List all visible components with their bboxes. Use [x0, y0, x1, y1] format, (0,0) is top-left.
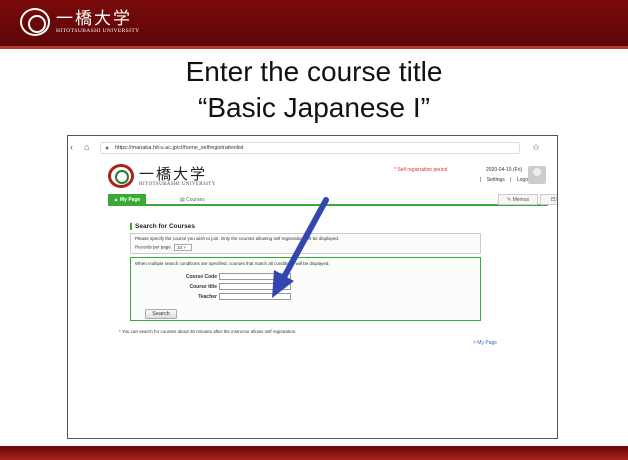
slide-footer-bar	[0, 446, 628, 460]
arrow-shaft	[280, 197, 329, 282]
pointer-arrow-icon	[272, 197, 329, 298]
